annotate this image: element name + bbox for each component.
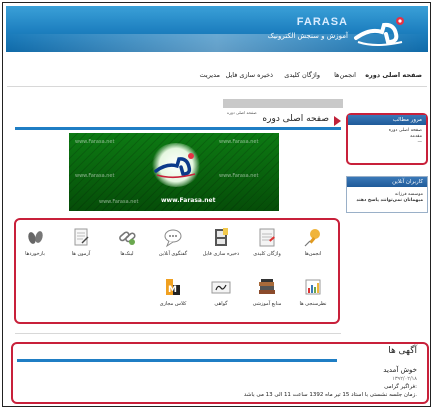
activity-certificate[interactable]: گواهی <box>200 276 242 307</box>
main-nav: صفحه اصلی دوره انجمن‌ها واژگان کلیدی ذخی… <box>6 67 428 85</box>
activity-feedback[interactable]: بازخوردها <box>14 226 56 257</box>
nav-glossary[interactable]: واژگان کلیدی <box>284 71 320 79</box>
site-logo[interactable]: FARASA آموزش و سنجش الکترونیک <box>267 12 410 50</box>
site-header: FARASA آموزش و سنجش الکترونیک <box>6 6 428 52</box>
news-item-date: ۱۳۹۲/۰۲/۱۸ <box>392 376 417 382</box>
farasa-logo-icon <box>354 17 404 46</box>
feedback-icon <box>28 231 43 244</box>
pushpin-icon <box>304 229 320 247</box>
summary-block-title: مرور مطالب <box>348 115 426 125</box>
nav-forums[interactable]: انجمن‌ها <box>334 71 356 79</box>
flag-icon <box>334 116 341 126</box>
books-icon <box>259 279 275 294</box>
browser-frame: FARASA آموزش و سنجش الکترونیک صفحه اصلی … <box>2 2 431 407</box>
news-title: آگهی ها <box>388 346 417 356</box>
page-title: صفحه اصلی دوره <box>15 113 341 131</box>
chat-icon <box>164 229 182 248</box>
virtual-class-icon: M <box>166 279 180 295</box>
news-item-heading: فراگیر گرامی: <box>384 384 417 390</box>
news-item-title[interactable]: خوش آمدید <box>383 366 417 374</box>
activity-forums[interactable]: انجمن‌ها <box>292 226 334 257</box>
news-block: آگهی ها خوش آمدید ۱۳۹۲/۰۲/۱۸ فراگیر گرام… <box>11 342 429 404</box>
farasa-logo-icon <box>154 153 196 179</box>
poll-icon <box>305 279 321 295</box>
brand-name: FARASA <box>296 16 348 28</box>
brand-tagline: آموزش و سنجش الکترونیک <box>267 32 348 40</box>
online-users-title: کاربران آنلاین <box>347 177 427 187</box>
activity-file-storage[interactable]: ذخیره سازی فایل <box>200 226 242 257</box>
summary-block: مرور مطالب صفحه اصلی دوره مقدمه — <box>346 113 428 165</box>
watermark-text: www.Farasa.net <box>219 173 259 179</box>
activity-polls[interactable]: نظرسنجی ها <box>292 276 334 307</box>
summary-link[interactable]: — <box>348 140 426 146</box>
watermark-text: www.Farasa.net <box>75 173 115 179</box>
link-icon <box>119 231 136 245</box>
notepad-icon <box>259 228 275 247</box>
news-item-body: زمان جلسه نشستی با استاد 15 تیر ماه 1392… <box>243 392 417 398</box>
watermark-text: www.Farasa.net <box>219 139 259 145</box>
banner-url: www.Farasa.net <box>161 197 216 204</box>
certificate-icon <box>211 281 231 294</box>
watermark-text: www.Farasa.net <box>75 139 115 145</box>
nav-file-storage[interactable]: ذخیره سازی فایل <box>226 71 273 79</box>
nav-admin[interactable]: مدیریت <box>200 71 220 79</box>
nav-home[interactable]: صفحه اصلی دوره <box>365 71 422 79</box>
activity-glossary[interactable]: واژگان کلیدی <box>246 226 288 257</box>
course-activities: انجمن‌ها واژگان کلیدی ذخیره سازی فایل گف… <box>14 218 340 324</box>
activity-tests[interactable]: آزمون ها <box>60 226 102 257</box>
activity-links[interactable]: لینک‌ها <box>106 226 148 257</box>
online-note: میهمانان نمی‌توانند پاسخ دهند <box>356 198 423 203</box>
svg-text:M: M <box>168 285 177 295</box>
course-banner: www.Farasa.net www.Farasa.net www.Farasa… <box>69 133 279 211</box>
activity-online-chat[interactable]: گفتگوی آنلاین <box>152 226 194 257</box>
watermark-text: www.Farasa.net <box>99 199 139 205</box>
file-cabinet-icon <box>215 228 228 246</box>
activity-virtual-class[interactable]: M کلاس مجازی <box>152 276 194 307</box>
online-users-block: کاربران آنلاین موسسه فرزانه میهمانان نمی… <box>346 176 428 213</box>
test-icon <box>74 228 89 246</box>
breadcrumb[interactable]: صفحه اصلی دوره <box>223 99 343 115</box>
activity-resources[interactable]: منابع آموزشی <box>246 276 288 307</box>
